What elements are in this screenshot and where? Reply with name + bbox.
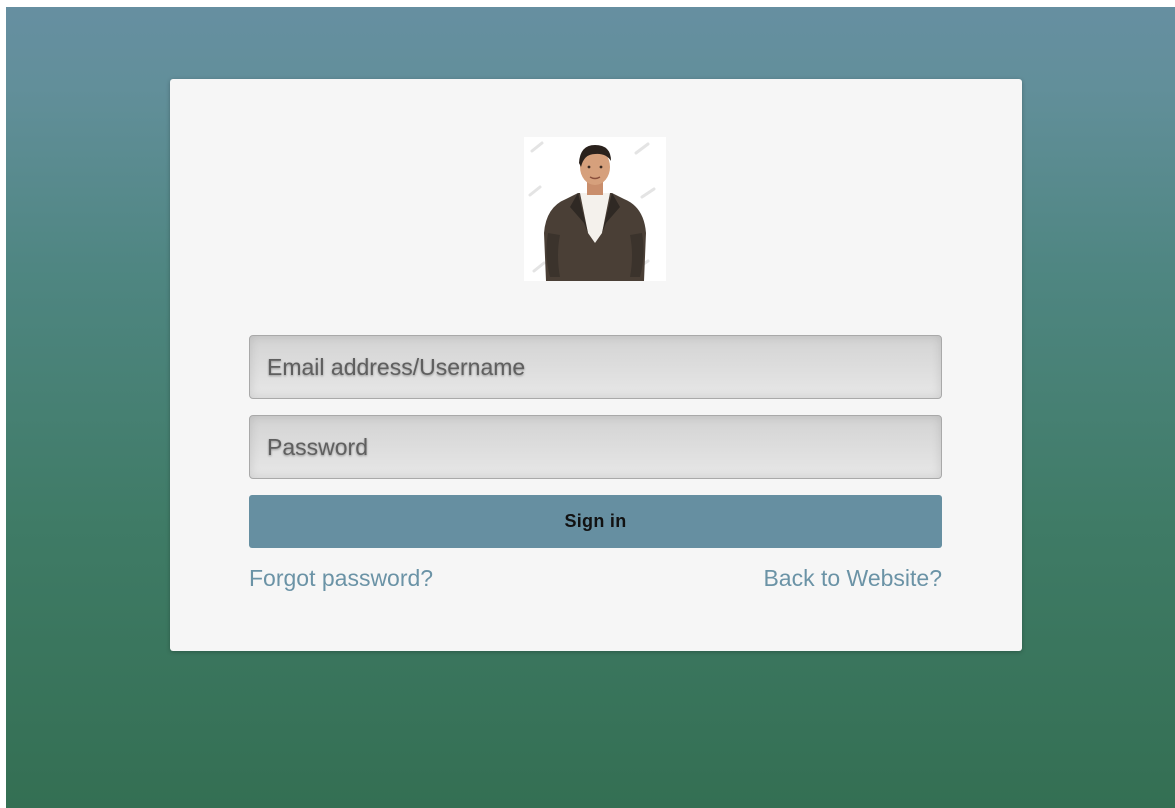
sign-in-button[interactable]: Sign in xyxy=(249,495,942,548)
person-in-suit-icon xyxy=(528,141,656,281)
forgot-password-link[interactable]: Forgot password? xyxy=(249,565,433,592)
login-card: Sign in Forgot password? Back to Website… xyxy=(170,79,1022,651)
login-page: Sign in Forgot password? Back to Website… xyxy=(0,0,1175,808)
avatar xyxy=(524,137,666,281)
back-to-website-link[interactable]: Back to Website? xyxy=(763,565,942,592)
email-field[interactable] xyxy=(249,335,942,399)
password-field[interactable] xyxy=(249,415,942,479)
